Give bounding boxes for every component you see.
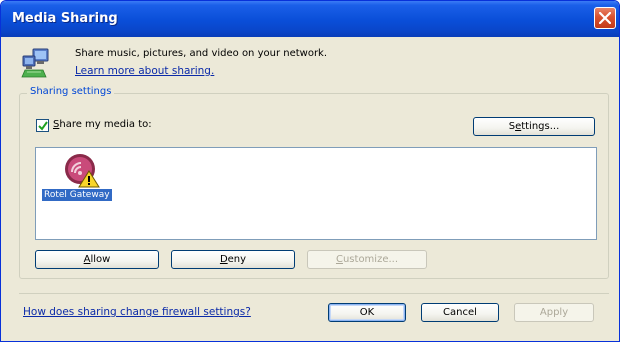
settings-button[interactable]: Se ttings... [473, 117, 595, 136]
title-bar[interactable]: Media Sharing [1, 1, 619, 37]
apply-button[interactable]: Apply [514, 303, 594, 322]
media-device-warning-icon [65, 154, 100, 188]
share-media-checkbox[interactable] [36, 119, 49, 132]
cancel-button-label: Cancel [443, 307, 477, 318]
settings-button-suffix: ttings... [521, 121, 560, 132]
customize-button[interactable]: Customize... [307, 250, 427, 269]
intro-description: Share music, pictures, and video on your… [75, 48, 328, 59]
sharing-settings-legend: Sharing settings [27, 86, 115, 97]
checkmark-icon [38, 121, 48, 131]
close-icon [599, 12, 611, 24]
ok-button-label: OK [359, 307, 375, 318]
footer-divider [19, 293, 609, 294]
firewall-help-link[interactable]: How does sharing change firewall setting… [23, 306, 251, 318]
network-sharing-icon [21, 48, 49, 78]
cancel-button[interactable]: Cancel [421, 303, 499, 322]
allow-button[interactable]: Allow [35, 250, 159, 269]
device-name: Rotel Gateway [42, 189, 112, 201]
learn-more-link[interactable]: Learn more about sharing. [75, 65, 214, 77]
window-title: Media Sharing [12, 11, 118, 26]
deny-button-text: eny [227, 254, 247, 265]
customize-button-access-key: C [335, 254, 343, 265]
share-label-text: hare my media to: [59, 119, 152, 130]
apply-button-label: Apply [539, 307, 569, 318]
deny-button[interactable]: Deny [171, 250, 295, 269]
ok-button[interactable]: OK [328, 303, 406, 322]
deny-button-access-key: D [219, 254, 228, 265]
close-button[interactable] [594, 7, 616, 29]
allow-button-text: llow [90, 254, 111, 265]
customize-button-text: ustomize... [342, 254, 399, 265]
media-sharing-dialog: Media Sharing Share music, pictures, and… [0, 0, 620, 342]
allow-button-access-key: A [83, 254, 91, 265]
share-media-label[interactable]: Share my media to: [53, 119, 152, 130]
device-list[interactable]: Rotel Gateway [35, 147, 597, 240]
